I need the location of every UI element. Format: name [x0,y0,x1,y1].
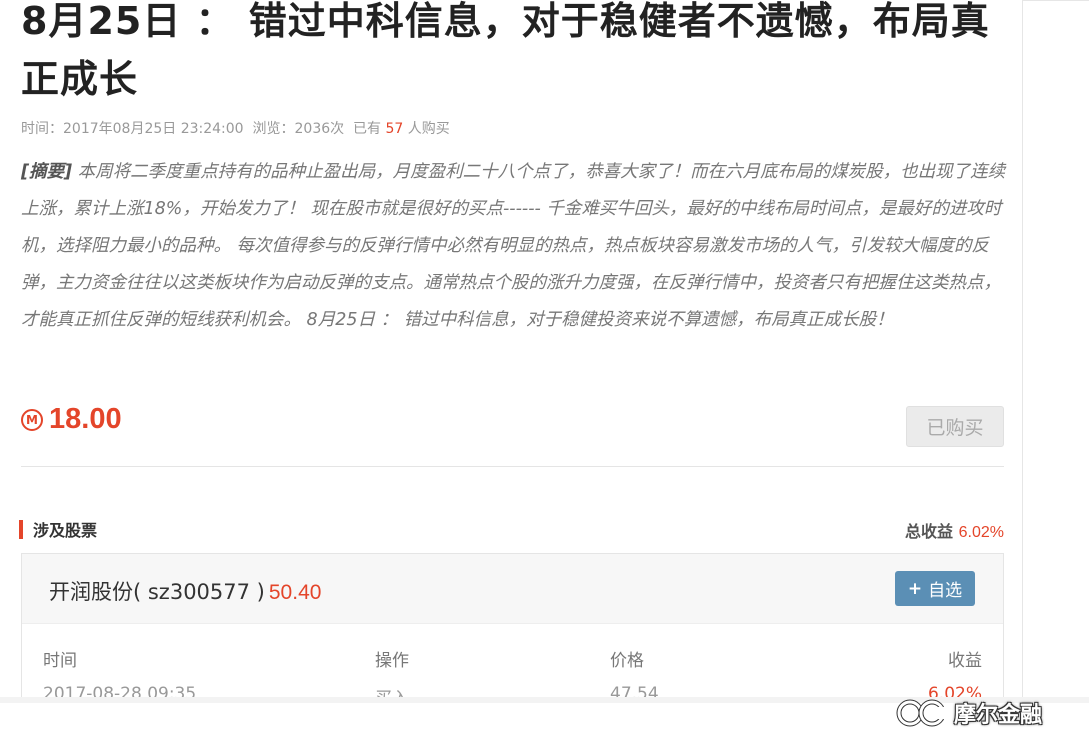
page-edge-line [1022,0,1023,700]
stock-card: 开润股份( sz300577 ) 50.40 + 自选 时间 操作 价格 收益 2… [21,553,1004,713]
bought-prefix: 已有 [353,121,382,137]
stock-header: 开润股份( sz300577 ) 50.40 + 自选 [22,554,1003,624]
views-label: 浏览： [252,121,295,137]
watermark-text: 摩尔金融 [954,703,1043,728]
watermark: 摩尔金融 [894,697,1042,729]
header-return: 收益 [948,651,982,671]
bought-suffix: 人购买 [407,121,450,137]
article-price: 18.00 [49,403,122,435]
header-time: 时间 [43,651,77,671]
plus-icon: + [907,578,923,599]
page-edge-top-line [1022,0,1089,1]
section-header: 涉及股票 [19,517,97,541]
total-return-value: 6.02% [958,524,1004,541]
section-marker [19,519,23,539]
article-summary: [摘要] 本周将二季度重点持有的品种止盈出局，月度盈利二十八个点了，恭喜大家了！… [21,154,1011,339]
summary-text: 本周将二季度重点持有的品种止盈出局，月度盈利二十八个点了，恭喜大家了！而在六月底… [21,162,1006,330]
article-title: 8月25日 ： 错过中科信息，对于稳健者不遗憾，布局真正成长 [21,0,990,101]
add-watchlist-button[interactable]: + 自选 [895,571,975,606]
summary-tag: [摘要] [21,162,72,182]
add-watchlist-label: 自选 [928,581,963,601]
section-title: 涉及股票 [33,521,98,540]
coin-icon: M [21,408,43,431]
price-row: M 18.00 [21,403,122,436]
stock-price: 50.40 [268,581,322,604]
views-value: 2036次 [294,121,345,137]
bought-button[interactable]: 已购买 [906,406,1004,447]
total-return: 总收益 6.02% [905,518,1004,542]
watermark-logo-icon [894,697,950,729]
article-meta: 时间：2017年08月25日 23:24:00 浏览：2036次 已有 57 人… [21,118,450,138]
table-header-row: 时间 操作 价格 收益 [22,646,1003,674]
header-price: 价格 [610,651,644,671]
total-return-label: 总收益 [905,522,954,541]
time-value: 2017年08月25日 23:24:00 [63,121,244,137]
bought-count: 57 [385,121,404,137]
time-label: 时间： [21,121,63,137]
stock-name-line: 开润股份( sz300577 ) 50.40 [49,576,321,606]
stock-name[interactable]: 开润股份( sz300577 ) [49,580,265,604]
divider [21,466,1004,467]
header-operation: 操作 [375,651,409,671]
